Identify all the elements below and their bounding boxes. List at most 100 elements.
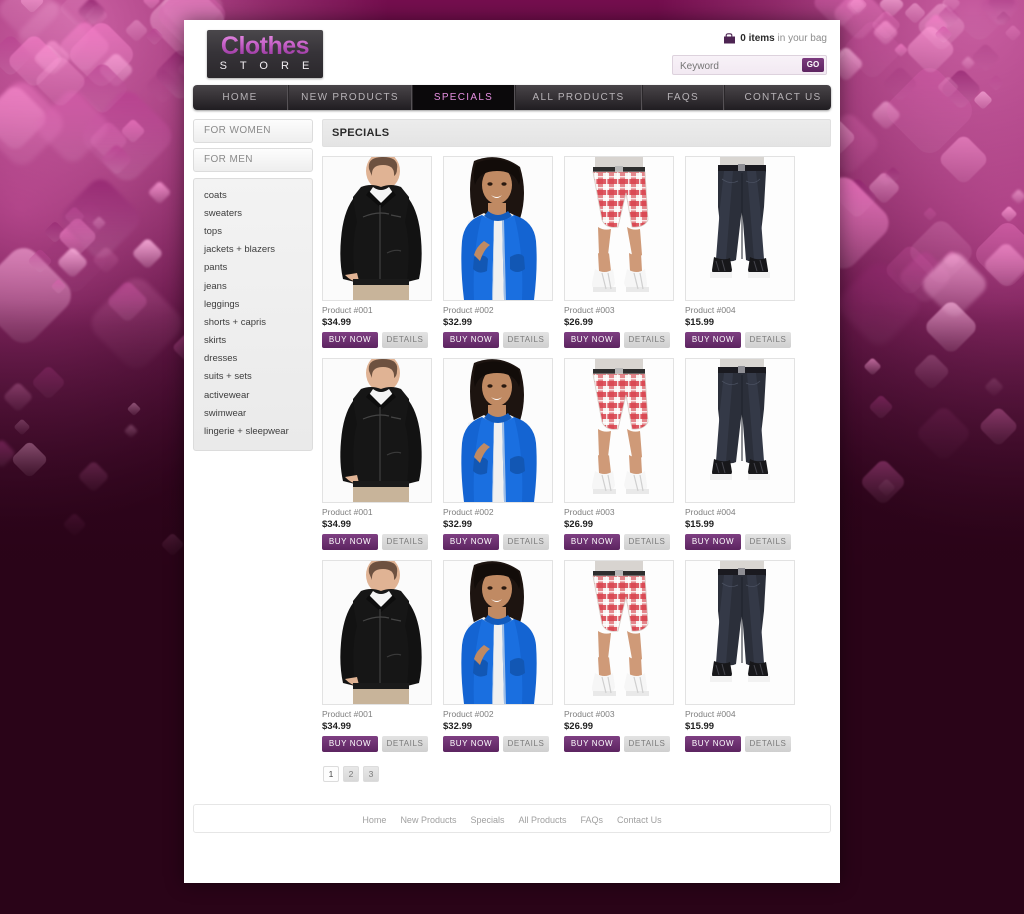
footer-link-home[interactable]: Home [362,815,386,825]
sidebar-button-for-men[interactable]: FOR MEN [193,148,313,172]
sidebar-category-label: suits + sets [204,371,252,383]
details-button[interactable]: DETAILS [503,534,549,550]
buy-now-button[interactable]: BUY NOW [685,534,741,550]
sidebar-category-coats[interactable]: coats [194,186,312,204]
buy-now-button[interactable]: BUY NOW [564,534,620,550]
pagination-page-2[interactable]: 2 [343,766,359,782]
product-price: $34.99 [322,721,352,732]
product-image-black-softshell-jacket-man[interactable] [322,560,432,705]
sidebar-category-shorts-capris[interactable]: shorts + capris [194,313,312,331]
footer-link-faqs[interactable]: FAQs [581,815,604,825]
sidebar-category-activewear[interactable]: activewear [194,386,312,404]
details-button[interactable]: DETAILS [745,332,791,348]
nav-item-all-products[interactable]: ALL PRODUCTS [515,85,642,110]
sidebar-category-sweaters[interactable]: sweaters [194,204,312,222]
site-footer: Home New Products Specials All Products FAQs… [193,804,831,833]
details-button[interactable]: DETAILS [624,534,670,550]
details-button[interactable]: DETAILS [382,736,428,752]
sidebar-button-for-women[interactable]: FOR WOMEN [193,119,313,143]
sidebar-category-jackets-blazers[interactable]: jackets + blazers [194,241,312,259]
product-price: $34.99 [322,519,352,530]
page-container: Clothes S T O R E 0 items in your bag GO… [184,20,840,883]
buy-now-button[interactable]: BUY NOW [564,736,620,752]
pagination-page-1[interactable]: 1 [323,766,339,782]
details-button[interactable]: DETAILS [624,736,670,752]
cart-summary[interactable]: 0 items in your bag [723,33,827,47]
sidebar-category-leggings[interactable]: leggings [194,295,312,313]
product-image-red-plaid-shorts-man[interactable] [564,560,674,705]
pagination-page-3[interactable]: 3 [363,766,379,782]
product-name: Product #001 [322,305,373,315]
product-image-red-plaid-shorts-man[interactable] [564,156,674,301]
buy-now-button[interactable]: BUY NOW [443,534,499,550]
sidebar-category-swimwear[interactable]: swimwear [194,404,312,422]
nav-item-faqs[interactable]: FAQS [642,85,724,110]
details-button[interactable]: DETAILS [382,332,428,348]
product-name: Product #001 [322,507,373,517]
details-button[interactable]: DETAILS [382,534,428,550]
sidebar-category-label: dresses [204,353,238,365]
product-name: Product #003 [564,709,615,719]
buy-now-button[interactable]: BUY NOW [322,534,378,550]
product-image-dark-slim-jeans[interactable] [685,358,795,503]
buy-now-button[interactable]: BUY NOW [685,736,741,752]
pagination-label: 1 [328,769,334,779]
sidebar-category-label: swimwear [204,407,247,419]
details-button[interactable]: DETAILS [745,736,791,752]
nav-item-home[interactable]: HOME [193,85,288,110]
buy-now-button[interactable]: BUY NOW [443,736,499,752]
search-box: GO [672,55,827,76]
sidebar-category-skirts[interactable]: skirts [194,332,312,350]
product-image-dark-slim-jeans[interactable] [685,156,795,301]
site-header: Clothes S T O R E 0 items in your bag GO [184,20,840,85]
product-actions: BUY NOW DETAILS [685,332,795,348]
sidebar-button-label: FOR WOMEN [204,125,271,136]
nav-item-contact-us[interactable]: CONTACT US [724,85,831,110]
buy-now-button[interactable]: BUY NOW [322,736,378,752]
product-image-black-softshell-jacket-man[interactable] [322,156,432,301]
sidebar-button-label: FOR MEN [204,154,253,165]
product-card: Product #003 $26.99 BUY NOW DETAILS [564,560,674,752]
details-button[interactable]: DETAILS [503,736,549,752]
footer-link-specials[interactable]: Specials [470,815,504,825]
sidebar-category-tops[interactable]: tops [194,222,312,240]
product-image-blue-zip-hoodie-woman[interactable] [443,358,553,503]
details-button[interactable]: DETAILS [745,534,791,550]
nav-item-specials[interactable]: SPECIALS [412,85,515,110]
nav-item-label: HOME [222,92,258,103]
sidebar-category-suits-sets[interactable]: suits + sets [194,368,312,386]
product-price: $26.99 [564,519,594,530]
product-name: Product #002 [443,709,494,719]
search-go-button[interactable]: GO [802,58,824,72]
product-image-black-softshell-jacket-man[interactable] [322,358,432,503]
sidebar-category-label: jackets + blazers [204,244,276,256]
product-price: $15.99 [685,721,715,732]
site-logo[interactable]: Clothes S T O R E [207,30,323,78]
logo-subtitle: S T O R E [219,60,315,72]
product-image-red-plaid-shorts-man[interactable] [564,358,674,503]
sidebar-category-pants[interactable]: pants [194,259,312,277]
details-button[interactable]: DETAILS [624,332,670,348]
footer-link-contact-us[interactable]: Contact Us [617,815,662,825]
nav-item-label: CONTACT US [744,92,822,103]
product-price: $32.99 [443,721,473,732]
sidebar-category-lingerie-sleepwear[interactable]: lingerie + sleepwear [194,422,312,440]
product-image-dark-slim-jeans[interactable] [685,560,795,705]
product-image-blue-zip-hoodie-woman[interactable] [443,156,553,301]
buy-now-button[interactable]: BUY NOW [443,332,499,348]
buy-now-button[interactable]: BUY NOW [564,332,620,348]
sidebar-category-label: activewear [204,389,250,401]
sidebar-category-dresses[interactable]: dresses [194,350,312,368]
main-content: SPECIALS Product #001 $34.99 BUY NOW DETAIL… [322,119,831,782]
product-image-blue-zip-hoodie-woman[interactable] [443,560,553,705]
details-button[interactable]: DETAILS [503,332,549,348]
search-input[interactable] [678,56,792,76]
nav-item-new-products[interactable]: NEW PRODUCTS [288,85,412,110]
buy-now-button[interactable]: BUY NOW [322,332,378,348]
buy-now-button[interactable]: BUY NOW [685,332,741,348]
footer-link-all-products[interactable]: All Products [519,815,567,825]
sidebar-category-jeans[interactable]: jeans [194,277,312,295]
product-name: Product #004 [685,709,736,719]
product-card: Product #004 $15.99 BUY NOW DETAILS [685,560,795,752]
footer-link-new-products[interactable]: New Products [400,815,456,825]
